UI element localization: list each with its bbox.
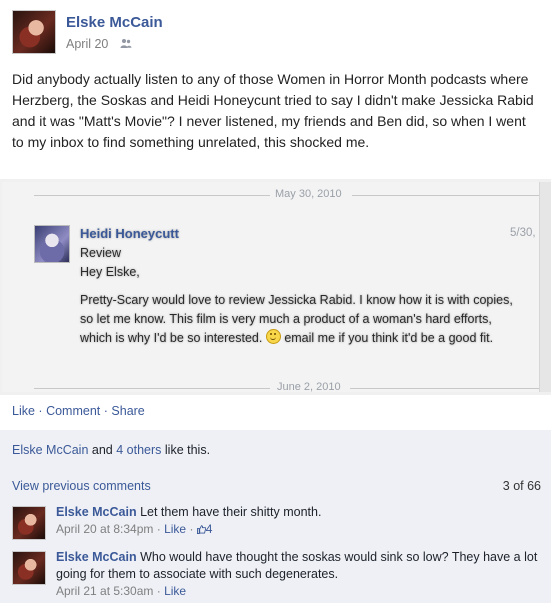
message-text-part: email me if you think it'd be a good fit… bbox=[284, 331, 494, 345]
likes-connector: and bbox=[91, 443, 113, 457]
date-divider-bottom: June 2, 2010 bbox=[277, 381, 341, 393]
likes-text: Elske McCain and 4 others like this. bbox=[12, 443, 210, 457]
avatar[interactable] bbox=[12, 506, 46, 540]
separator: · bbox=[189, 522, 194, 536]
avatar[interactable] bbox=[12, 551, 46, 585]
divider-line bbox=[34, 195, 270, 196]
comment-text: Elske McCain Who would have thought the … bbox=[56, 549, 542, 583]
post-header: Elske McCain April 20 bbox=[12, 8, 539, 56]
comments-section: View previous comments 3 of 66 Elske McC… bbox=[0, 468, 551, 603]
separator: · bbox=[103, 404, 108, 418]
avatar[interactable] bbox=[12, 10, 56, 54]
divider-line bbox=[34, 388, 270, 389]
comment-item: Elske McCain Who would have thought the … bbox=[12, 549, 542, 599]
others-link[interactable]: 4 others bbox=[116, 443, 161, 457]
sender-avatar bbox=[34, 225, 70, 263]
post-date[interactable]: April 20 bbox=[66, 37, 108, 51]
post-body-text: Did anybody actually listen to any of th… bbox=[12, 71, 534, 150]
message-text: Pretty-Scary would love to review Jessic… bbox=[80, 291, 520, 348]
comment-like-count[interactable]: 4 bbox=[206, 522, 213, 536]
post-author-name[interactable]: Elske McCain bbox=[66, 14, 163, 31]
comment-author[interactable]: Elske McCain bbox=[56, 505, 137, 519]
screenshot-scrollbar bbox=[539, 182, 551, 392]
friends-icon bbox=[120, 39, 132, 48]
liker-name-link[interactable]: Elske McCain bbox=[12, 443, 88, 457]
divider-line bbox=[350, 388, 540, 389]
thumbs-up-icon[interactable] bbox=[196, 525, 206, 534]
comment-body: Let them have their shitty month. bbox=[140, 505, 322, 519]
likes-suffix: like this. bbox=[164, 443, 211, 457]
view-previous-comments-link[interactable]: View previous comments bbox=[12, 479, 151, 493]
share-button[interactable]: Share bbox=[111, 404, 144, 418]
date-divider-top: May 30, 2010 bbox=[275, 188, 342, 200]
inbox-screenshot: May 30, 2010 Heidi Honeycutt 5/30, Revie… bbox=[0, 179, 551, 395]
message-subject: Review bbox=[80, 246, 121, 260]
comment-like-button[interactable]: Like bbox=[164, 584, 186, 598]
comment-timestamp[interactable]: April 21 at 5:30am bbox=[56, 584, 153, 598]
comment-meta: April 20 at 8:34pm · Like · 4 bbox=[56, 522, 212, 536]
comment-count: 3 of 66 bbox=[502, 479, 541, 493]
message-date: 5/30, bbox=[510, 227, 536, 239]
divider-line bbox=[352, 195, 540, 196]
smiley-icon bbox=[265, 329, 281, 344]
likes-summary: Elske McCain and 4 others like this. bbox=[0, 429, 551, 468]
separator: · bbox=[156, 522, 161, 536]
message-greeting: Hey Elske, bbox=[80, 265, 140, 279]
comment-timestamp[interactable]: April 20 at 8:34pm bbox=[56, 522, 153, 536]
comment-text: Elske McCain Let them have their shitty … bbox=[56, 504, 542, 521]
post-actions: Like · Comment · Share bbox=[12, 404, 145, 418]
like-button[interactable]: Like bbox=[12, 404, 35, 418]
comment-like-button[interactable]: Like bbox=[164, 522, 186, 536]
comment-button[interactable]: Comment bbox=[46, 404, 100, 418]
message-sender: Heidi Honeycutt bbox=[80, 226, 179, 241]
comment-item: Elske McCain Let them have their shitty … bbox=[12, 504, 542, 544]
separator: · bbox=[38, 404, 43, 418]
message-thread: May 30, 2010 Heidi Honeycutt 5/30, Revie… bbox=[2, 182, 540, 393]
comment-author[interactable]: Elske McCain bbox=[56, 550, 137, 564]
separator: · bbox=[156, 584, 161, 598]
comment-meta: April 21 at 5:30am · Like bbox=[56, 584, 186, 598]
